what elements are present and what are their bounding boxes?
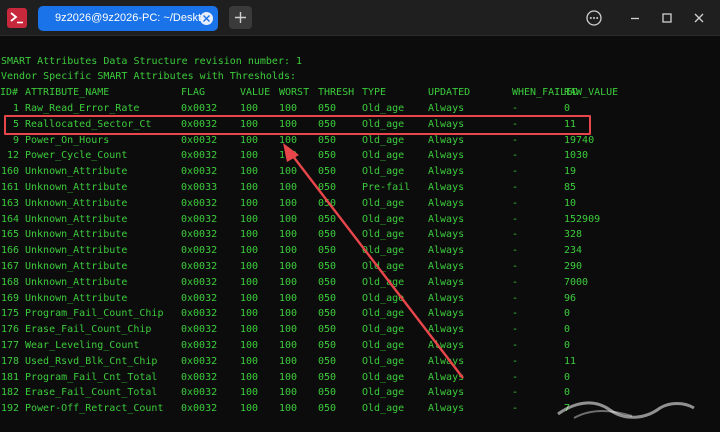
watermark-logo (557, 401, 695, 419)
annotation-arrow (283, 143, 464, 379)
